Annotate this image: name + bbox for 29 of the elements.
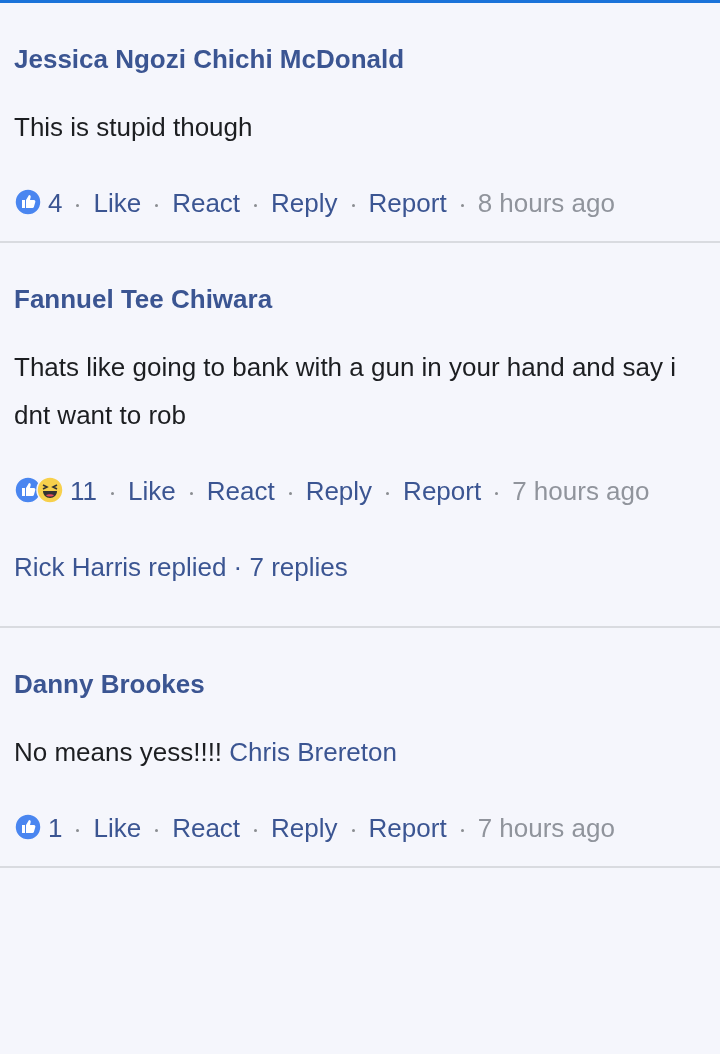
comment-text: Thats like going to bank with a gun in your hand and say i dnt want to rob [14, 352, 676, 430]
action-link[interactable]: React [172, 813, 241, 843]
action-link[interactable]: Like [93, 813, 142, 843]
action-link[interactable]: React [206, 476, 275, 506]
laughing-reaction-icon [36, 476, 64, 504]
comment-text: No means yess!!!! [14, 737, 223, 767]
action-link[interactable]: Like [93, 188, 142, 218]
timestamp: 7 hours ago [477, 813, 615, 843]
action-link[interactable]: React [172, 188, 241, 218]
replies-link[interactable]: Rick Harris replied · 7 replies [14, 543, 348, 591]
mention-link[interactable]: Chris Brereton [229, 737, 397, 767]
reaction-count[interactable]: 11 [70, 476, 97, 506]
action-link[interactable]: Report [368, 813, 447, 843]
author-name[interactable]: Jessica Ngozi Chichi McDonald [14, 25, 405, 93]
timestamp: 7 hours ago [512, 476, 650, 506]
author-name[interactable]: Danny Brookes [14, 650, 205, 718]
action-link[interactable]: Like [128, 476, 176, 506]
like-reaction-icon [14, 188, 42, 216]
action-link[interactable]: Reply [305, 476, 373, 506]
action-link[interactable]: Report [403, 476, 482, 506]
like-reaction-icon [14, 813, 42, 841]
comment-text: This is stupid though [14, 112, 253, 142]
action-link[interactable]: Reply [271, 188, 338, 218]
action-link[interactable]: Report [368, 188, 447, 218]
author-name[interactable]: Fannuel Tee Chiwara [14, 265, 273, 333]
action-link[interactable]: Reply [271, 813, 338, 843]
timestamp: 8 hours ago [477, 188, 615, 218]
reaction-count[interactable]: 4 [48, 188, 63, 218]
reaction-count[interactable]: 1 [48, 813, 63, 843]
